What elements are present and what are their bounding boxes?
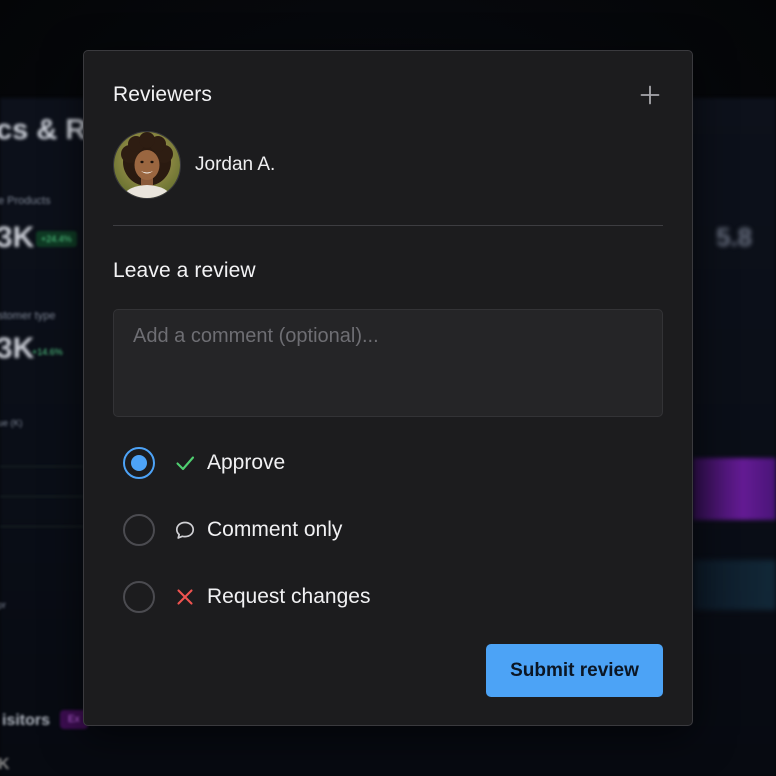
reviewer-name: Jordan A.: [195, 154, 276, 175]
background-visitors-label: isitors: [2, 712, 51, 729]
x-icon: [173, 585, 197, 609]
review-dialog: Reviewers Jordan A. Leave a review Add a…: [83, 50, 693, 726]
background-bottom-value: K: [0, 756, 10, 773]
request-changes-radio[interactable]: [123, 581, 155, 613]
background-month-label: pr: [0, 600, 7, 610]
request-changes-label: Request changes: [207, 585, 371, 608]
background-bar: [693, 458, 776, 520]
background-products-change: +24.4%: [36, 231, 77, 247]
add-reviewer-button[interactable]: [638, 83, 662, 107]
approve-label: Approve: [207, 451, 286, 474]
reviewers-heading: Reviewers: [113, 83, 212, 106]
plus-icon: [640, 85, 660, 105]
background-products-value: 3K: [0, 221, 35, 254]
comment-input[interactable]: [113, 309, 663, 417]
check-icon: [173, 451, 197, 475]
review-heading: Leave a review: [113, 259, 256, 282]
background-chart-row: [0, 496, 84, 527]
reviewer-item: Jordan A.: [113, 131, 275, 199]
divider: [113, 225, 663, 226]
background-products-label: e Products: [0, 195, 51, 207]
option-comment-only[interactable]: Comment only: [123, 514, 342, 546]
comment-only-radio[interactable]: [123, 514, 155, 546]
comment-only-label: Comment only: [207, 518, 343, 541]
background-right-value: 5.8: [716, 222, 753, 252]
background-customer-label: stomer type: [0, 310, 56, 322]
option-approve[interactable]: Approve: [123, 447, 285, 479]
option-request-changes[interactable]: Request changes: [123, 581, 370, 613]
submit-review-button[interactable]: Submit review: [486, 644, 663, 697]
approve-radio[interactable]: [123, 447, 155, 479]
background-customer-value: 3K: [0, 332, 35, 365]
avatar-photo: [114, 132, 180, 198]
background-chart-label: ue (K): [0, 418, 23, 428]
background-chart-row: [0, 466, 84, 497]
avatar: [113, 131, 181, 199]
background-customer-change: +14.6%: [32, 347, 63, 357]
background-bar: [693, 560, 776, 610]
speech-bubble-icon: [173, 518, 197, 542]
background-chart-row: [0, 526, 84, 557]
